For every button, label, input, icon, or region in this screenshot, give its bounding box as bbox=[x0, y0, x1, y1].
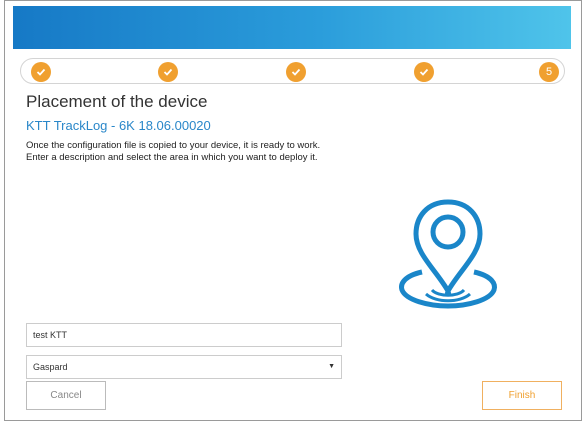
instructions-line-2: Enter a description and select the area … bbox=[26, 152, 318, 163]
check-icon bbox=[36, 68, 46, 76]
check-icon bbox=[163, 68, 173, 76]
cancel-button[interactable]: Cancel bbox=[26, 381, 106, 410]
device-name: KTT TrackLog - 6K 18.06.00020 bbox=[26, 118, 211, 133]
description-input[interactable]: test KTT bbox=[26, 323, 342, 347]
area-select-value: Gaspard bbox=[33, 362, 68, 372]
step-4-done[interactable] bbox=[414, 62, 434, 82]
instructions-line-1: Once the configuration file is copied to… bbox=[26, 140, 321, 151]
step-3-done[interactable] bbox=[286, 62, 306, 82]
step-5-current: 5 bbox=[539, 62, 559, 82]
page-title: Placement of the device bbox=[26, 92, 208, 111]
progress-stepper: 5 bbox=[20, 58, 565, 84]
check-icon bbox=[291, 68, 301, 76]
location-pin-icon bbox=[399, 199, 497, 309]
finish-button[interactable]: Finish bbox=[482, 381, 562, 410]
check-icon bbox=[419, 68, 429, 76]
area-select[interactable]: Gaspard ▼ bbox=[26, 355, 342, 379]
step-1-done[interactable] bbox=[31, 62, 51, 82]
instructions-text: Once the configuration file is copied to… bbox=[26, 140, 320, 164]
step-2-done[interactable] bbox=[158, 62, 178, 82]
dropdown-caret-icon: ▼ bbox=[328, 363, 335, 370]
header-banner bbox=[13, 6, 571, 49]
